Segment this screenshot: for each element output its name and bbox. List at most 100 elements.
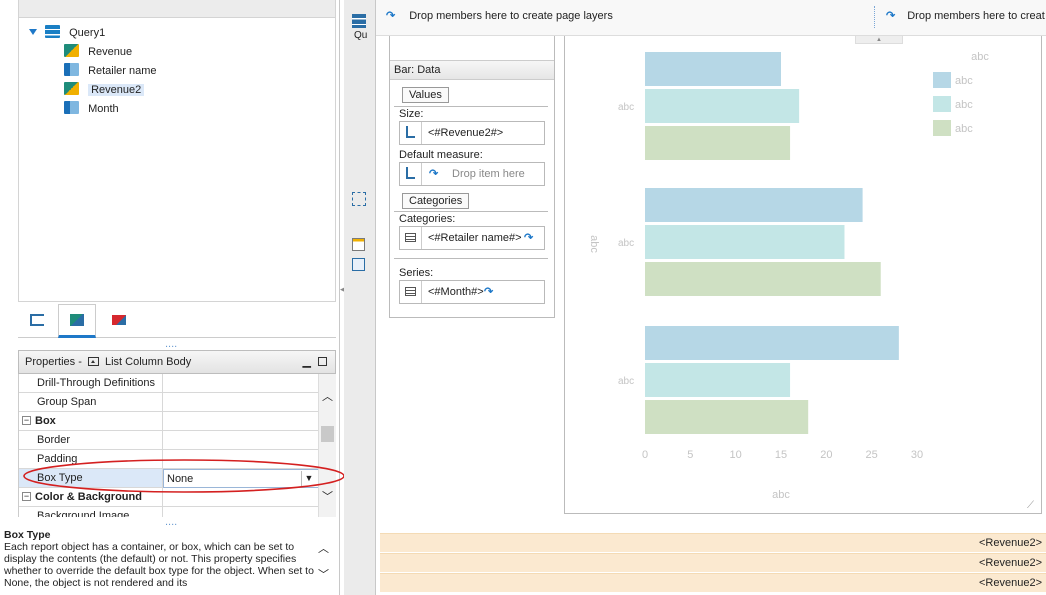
expand-arrow-icon[interactable] [29, 29, 37, 35]
default-measure-placeholder: Drop item here [452, 168, 525, 180]
prop-value[interactable] [163, 374, 318, 393]
legend-swatch [933, 120, 951, 136]
size-drop-field[interactable]: <#Revenue2#> [399, 121, 545, 145]
list-row[interactable]: <Revenue2> [380, 573, 1046, 592]
bar-data-title: Bar: Data [390, 60, 554, 80]
divider [394, 211, 548, 212]
prop-row[interactable]: Border [19, 431, 318, 450]
bar [645, 326, 899, 360]
page-layers-drop-zone[interactable]: ↷ Drop members here to create page layers [386, 9, 613, 22]
context-filter-label: Drop members here to creat [907, 10, 1045, 22]
explorer-tabs [18, 304, 336, 338]
series-label: Series: [399, 267, 434, 279]
splitter-dots[interactable]: .... [165, 338, 177, 350]
properties-header: Properties - List Column Body ▁ [18, 350, 336, 374]
list-row[interactable]: <Revenue2> [380, 533, 1046, 552]
drop-arrow-icon: ↷ [524, 232, 534, 244]
scroll-up-icon[interactable]: ︿ [322, 388, 333, 404]
series-drop-field[interactable]: <#Month#> ↷ [399, 280, 545, 304]
source-tree-icon [30, 314, 44, 327]
default-measure-drop-field[interactable]: ↷ Drop item here [399, 162, 545, 186]
measure-icon [400, 163, 422, 185]
size-value: <#Revenue2#> [428, 127, 504, 139]
insertable-objects-strip: Qu [344, 0, 376, 595]
category-label: abc [618, 238, 634, 249]
description-box: Box Type Each report object has a contai… [0, 525, 336, 595]
list-cell: <Revenue2> [979, 577, 1042, 589]
resize-grip-icon[interactable]: ⟋ [1027, 500, 1034, 511]
prop-value[interactable] [163, 393, 318, 412]
bar-chart[interactable]: abc abc abc abc abc 0 5 10 15 20 25 30 abc abc abc abc [564, 36, 1042, 514]
splitter[interactable] [874, 6, 879, 28]
prop-value[interactable] [163, 431, 318, 450]
minimize-icon[interactable]: ▁ [303, 351, 311, 373]
tree-item[interactable]: Retailer name [64, 62, 157, 80]
prop-row[interactable]: Group Span [19, 393, 318, 412]
category-label: abc [618, 102, 634, 113]
tree-item[interactable]: Month [64, 100, 119, 118]
x-tick-label: 20 [820, 449, 832, 461]
divider [394, 106, 548, 107]
list-row[interactable]: <Revenue2> [380, 553, 1046, 572]
drop-arrow-icon: ↷ [886, 10, 896, 22]
toolbox-icon [112, 315, 126, 326]
list-cell: <Revenue2> [979, 537, 1042, 549]
description-text: Each report object has a container, or b… [4, 541, 314, 589]
layout-icon[interactable] [352, 192, 366, 206]
legend-label: abc [955, 99, 973, 111]
object-icon [87, 357, 99, 366]
tree-item[interactable]: Revenue2 [64, 81, 145, 99]
x-tick-label: 25 [866, 449, 878, 461]
scroll-thumb[interactable] [321, 426, 334, 442]
prop-name: Drill-Through Definitions [19, 374, 163, 393]
tab-data-items[interactable] [58, 304, 96, 338]
page-layers-label: Drop members here to create page layers [409, 10, 613, 22]
tab-toolbox[interactable] [100, 304, 138, 336]
maximize-icon[interactable] [318, 357, 327, 366]
default-measure-label: Default measure: [399, 149, 483, 161]
categories-section-label: Categories [402, 193, 470, 209]
query-strip-label[interactable]: Qu [354, 30, 367, 41]
desc-scroll-up-icon[interactable]: ︿ [318, 540, 329, 556]
categories-drop-field[interactable]: <#Retailer name#> ↷ [399, 226, 545, 250]
desc-scroll-down-icon[interactable]: ﹀ [318, 566, 329, 582]
tree-header-strip [18, 0, 336, 18]
prop-name: Group Span [19, 393, 163, 412]
divider [394, 258, 548, 259]
left-panel: Query1 Revenue Retailer name Revenue2 Mo… [0, 0, 345, 595]
dimension-icon [400, 227, 422, 249]
page-icon[interactable] [352, 238, 365, 251]
measure-icon [400, 122, 422, 144]
bar [645, 89, 800, 123]
x-tick-label: 15 [775, 449, 787, 461]
prop-value[interactable] [163, 507, 318, 517]
categories-section: Categories [402, 193, 470, 209]
bar-data-panel: Bar: Data Values Size: <#Revenue2#> Defa… [389, 36, 555, 318]
bar [645, 188, 863, 222]
dimension-icon [64, 63, 79, 76]
list-cell: <Revenue2> [979, 557, 1042, 569]
measure-icon [64, 82, 79, 95]
dimension-icon [400, 281, 422, 303]
bar [645, 262, 881, 296]
tab-source[interactable] [18, 304, 56, 336]
tree-item-label: Retailer name [88, 65, 157, 77]
prop-group-name: Box [19, 412, 163, 431]
legend-swatch [933, 72, 951, 88]
categories-label: Categories: [399, 213, 456, 225]
prompt-page-icon[interactable] [352, 258, 365, 271]
prop-row[interactable]: Drill-Through Definitions [19, 374, 318, 393]
tree-item[interactable]: Revenue [64, 43, 132, 61]
query-icon[interactable] [352, 14, 366, 28]
size-label: Size: [399, 108, 424, 120]
prop-group-row[interactable]: − Box [19, 412, 318, 431]
context-filter-drop-zone[interactable]: ↷ Drop members here to creat [886, 9, 1045, 22]
categories-value: <#Retailer name#> [428, 232, 522, 244]
tree-root-query1[interactable]: Query1 [29, 24, 105, 42]
x-tick-label: 10 [730, 449, 742, 461]
properties-object: List Column Body [104, 356, 192, 368]
bar [645, 52, 781, 86]
tree-item-label: Revenue [88, 46, 133, 58]
query-tree[interactable]: Query1 Revenue Retailer name Revenue2 Mo… [18, 18, 336, 302]
bar [645, 126, 791, 160]
